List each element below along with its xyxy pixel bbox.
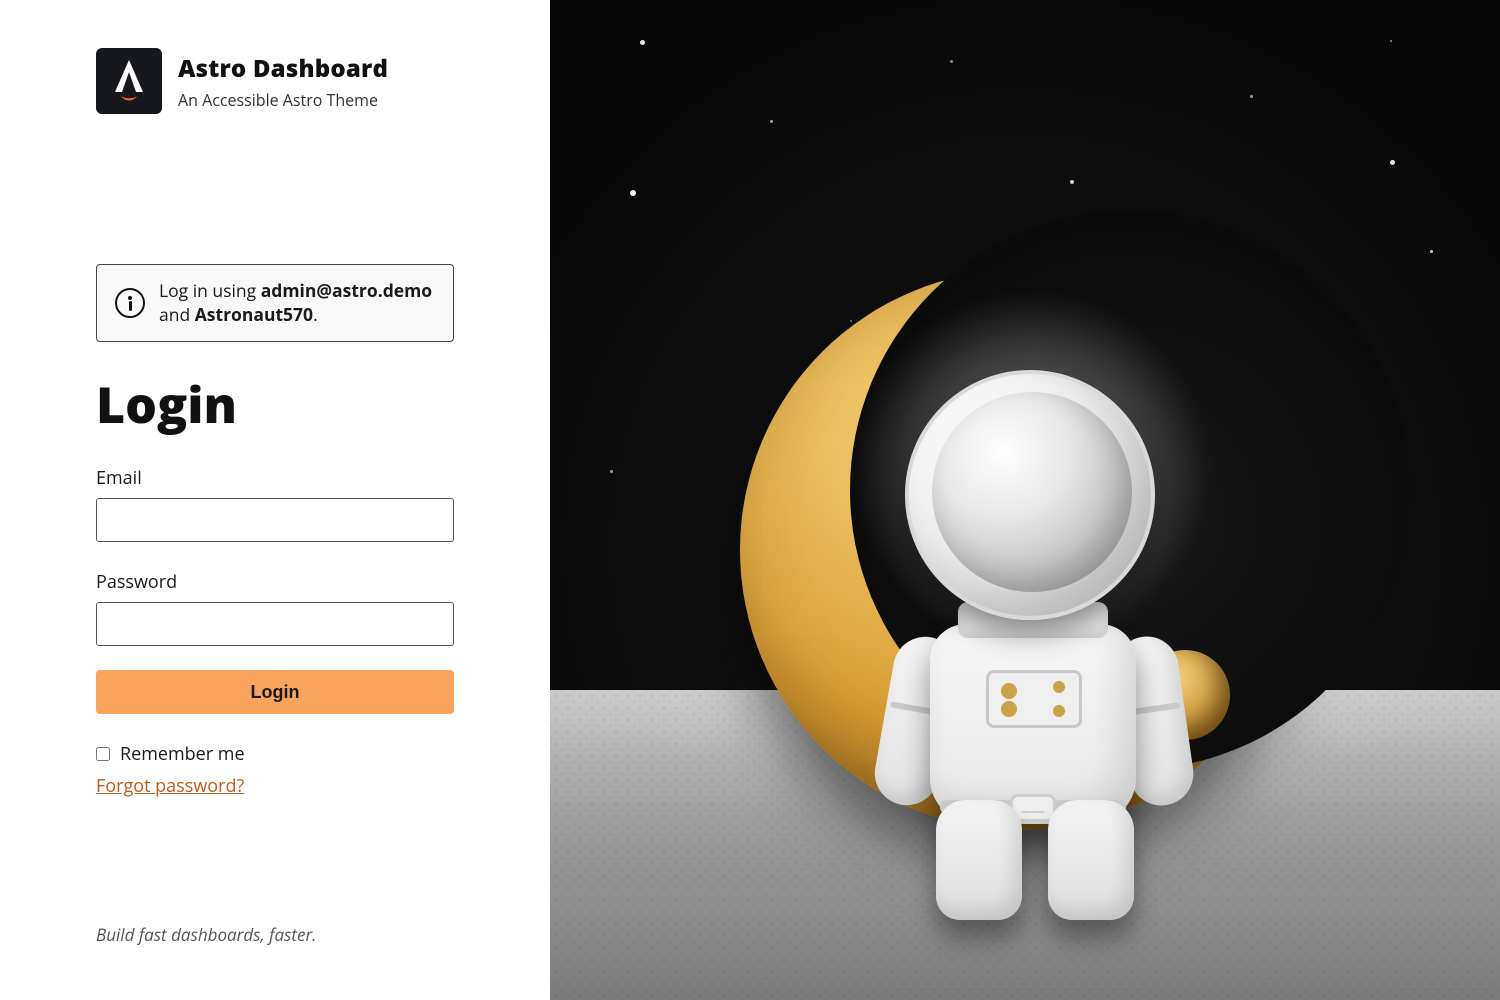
remember-me-checkbox[interactable] (96, 747, 110, 761)
page-title: Login (96, 370, 454, 438)
hint-suffix: . (313, 303, 318, 327)
password-field[interactable] (96, 602, 454, 646)
hint-prefix: Log in using (159, 279, 261, 303)
hint-email: admin@astro.demo (261, 279, 432, 303)
footer-note: Build fast dashboards, faster. (96, 923, 454, 952)
email-field[interactable] (96, 498, 454, 542)
hero-image (550, 0, 1500, 1000)
astro-logo-icon (96, 48, 162, 114)
hint-password: Astronaut570 (195, 303, 313, 327)
login-hint-text: Log in using admin@astro.demo and Astron… (159, 279, 435, 327)
remember-me-label: Remember me (120, 742, 245, 766)
brand-block: Astro Dashboard An Accessible Astro Them… (96, 48, 454, 114)
brand-subtitle: An Accessible Astro Theme (178, 89, 388, 111)
brand-title: Astro Dashboard (178, 52, 388, 85)
password-label: Password (96, 570, 454, 594)
info-icon (115, 288, 145, 318)
astronaut-icon (860, 370, 1200, 890)
hint-middle: and (159, 303, 195, 327)
login-hint-notification: Log in using admin@astro.demo and Astron… (96, 264, 454, 342)
forgot-password-link[interactable]: Forgot password? (96, 774, 454, 798)
login-button[interactable]: Login (96, 670, 454, 714)
email-label: Email (96, 466, 454, 490)
